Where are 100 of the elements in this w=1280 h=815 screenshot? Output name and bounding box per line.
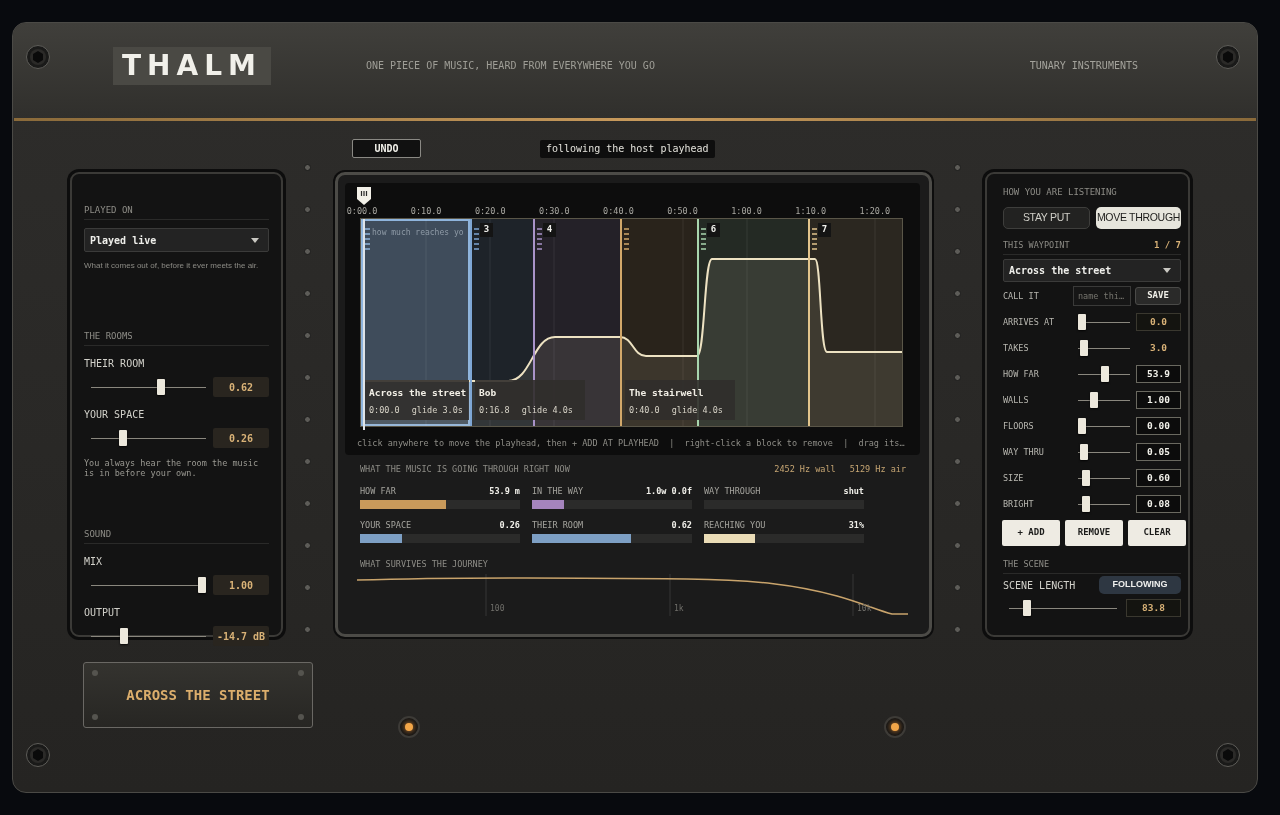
param-field[interactable]: 53.9 [1136, 365, 1181, 383]
maker-name: TUNARY INSTRUMENTS [1029, 59, 1138, 73]
section-title: THE SCENE [1003, 559, 1050, 569]
slider-track[interactable] [1078, 392, 1130, 408]
section-title: WHAT THE MUSIC IS GOING THROUGH RIGHT NOW [360, 464, 570, 474]
hint-text: What it comes out of, before it ever meets the air. [84, 261, 260, 271]
meter-label: YOUR SPACE [360, 520, 412, 530]
handle-icon[interactable] [701, 228, 706, 250]
slider-thumb[interactable] [1078, 314, 1086, 330]
slider-track[interactable] [91, 430, 206, 446]
screw-icon [1216, 743, 1240, 767]
rivet-icon [304, 332, 311, 339]
param-label: TAKES [1003, 341, 1030, 355]
slider-track[interactable] [91, 628, 206, 644]
slider-track[interactable] [1078, 340, 1130, 356]
handle-icon[interactable] [474, 228, 479, 250]
action-button[interactable]: REMOVE [1065, 520, 1123, 546]
rivet-icon [304, 500, 311, 507]
meter-label: IN THE WAY [532, 486, 584, 496]
slider-track[interactable] [1078, 444, 1130, 460]
waypoint-select[interactable]: Across the street [1003, 259, 1181, 282]
waypoint-number: 3 [480, 223, 493, 237]
slider-thumb[interactable] [119, 628, 128, 644]
slider-thumb[interactable] [1078, 418, 1086, 434]
rivet-icon [304, 248, 311, 255]
slider-thumb[interactable] [1081, 470, 1090, 486]
waypoint-lane[interactable]: 3 4 6 7 Across the street 0:00.0 glide 3.0s Bob 0:16.8 glide 4.0s The stairwell 0:40.0 glide 4.0s how much reaches yo [361, 219, 902, 426]
handle-icon[interactable] [365, 228, 370, 250]
handle-icon[interactable] [812, 228, 817, 250]
following-pill[interactable]: FOLLOWING [1099, 576, 1181, 594]
waypoint-name: Across the street [369, 387, 467, 398]
curve-label: how much reaches yo [372, 228, 464, 238]
slider-track[interactable] [1078, 314, 1130, 330]
mode-tab[interactable]: STAY PUT [1003, 207, 1090, 229]
slider-track[interactable] [91, 379, 206, 395]
rivet-icon [954, 248, 961, 255]
slider-thumb[interactable] [118, 430, 127, 446]
slider-track[interactable] [91, 577, 206, 593]
rivet-icon [954, 416, 961, 423]
field-label: CALL IT [1003, 289, 1039, 303]
section-title: PLAYED ON [84, 205, 133, 215]
param-field[interactable]: 0.00 [1136, 417, 1181, 435]
waypoint-time: 0:16.8 [479, 405, 510, 415]
handle-icon[interactable] [537, 228, 542, 250]
screw-icon [26, 45, 50, 69]
rivet-icon [954, 374, 961, 381]
slider-thumb[interactable] [198, 577, 206, 593]
caret-icon [251, 237, 259, 243]
rivet-icon [954, 626, 961, 633]
waypoint-tooltip[interactable]: The stairwell 0:40.0 glide 4.0s [625, 380, 735, 420]
rivet-icon [954, 290, 961, 297]
name-input[interactable]: name thi… [1073, 286, 1131, 306]
meter-reading: 0.26 [499, 520, 520, 530]
save-button[interactable]: SAVE [1135, 287, 1181, 305]
handle-icon[interactable] [624, 228, 629, 250]
slider-track[interactable] [1078, 470, 1130, 486]
note-text: You always hear the room the music is in before your own. [84, 458, 259, 478]
slider-thumb[interactable] [1082, 496, 1091, 512]
ruler-label: 0:30.0 [538, 206, 570, 216]
param-label: BRIGHT [1003, 497, 1035, 511]
slider-label: YOUR SPACE [84, 409, 145, 420]
meter-reading: 53.9 m [489, 486, 520, 496]
meter-reading: 31% [848, 520, 864, 530]
screw-icon [298, 714, 304, 720]
param-field[interactable]: 0.08 [1136, 495, 1181, 513]
meter-label: THEIR ROOM [532, 520, 584, 530]
slider-thumb[interactable] [157, 379, 166, 395]
param-field[interactable]: 0.05 [1136, 443, 1181, 461]
playhead-handle[interactable] [356, 186, 372, 206]
action-button[interactable]: + ADD [1002, 520, 1060, 546]
screw-icon [92, 714, 98, 720]
param-field[interactable]: 0.60 [1136, 469, 1181, 487]
waypoint-tooltip[interactable]: Across the street 0:00.0 glide 3.0s [365, 380, 469, 420]
slider-track[interactable] [1078, 418, 1130, 434]
param-label: WALLS [1003, 393, 1030, 407]
ruler-label: 0:20.0 [474, 206, 506, 216]
slider-thumb[interactable] [1101, 366, 1110, 382]
waypoint-tooltip[interactable]: Bob 0:16.8 glide 4.0s [475, 380, 585, 420]
param-field[interactable]: 1.00 [1136, 391, 1181, 409]
waypoint-name: Bob [479, 387, 497, 398]
ruler-label: 1:10.0 [795, 206, 827, 216]
ruler-label: 0:10.0 [410, 206, 442, 216]
rivet-icon [954, 332, 961, 339]
slider-thumb[interactable] [1080, 340, 1089, 356]
slider-thumb[interactable] [1090, 392, 1099, 408]
param-field[interactable]: 0.0 [1136, 313, 1181, 331]
slider-track[interactable] [1078, 366, 1130, 382]
slider-track[interactable] [1078, 496, 1130, 512]
select-field[interactable]: Played live [84, 228, 269, 252]
slider-thumb[interactable] [1080, 444, 1089, 460]
slider-thumb[interactable] [1023, 600, 1031, 616]
slider-label: OUTPUT [84, 607, 121, 618]
frequency-readout: 2452 Hz wall [774, 464, 836, 474]
meter-label: WAY THROUGH [704, 486, 761, 496]
slider-track[interactable] [1009, 600, 1117, 616]
action-button[interactable]: CLEAR [1128, 520, 1186, 546]
timeline-area[interactable] [345, 183, 920, 455]
undo-button[interactable]: UNDO [352, 139, 421, 158]
mode-tab[interactable]: MOVE THROUGH [1096, 207, 1181, 229]
scene-label: SCENE LENGTH [1003, 578, 1076, 593]
